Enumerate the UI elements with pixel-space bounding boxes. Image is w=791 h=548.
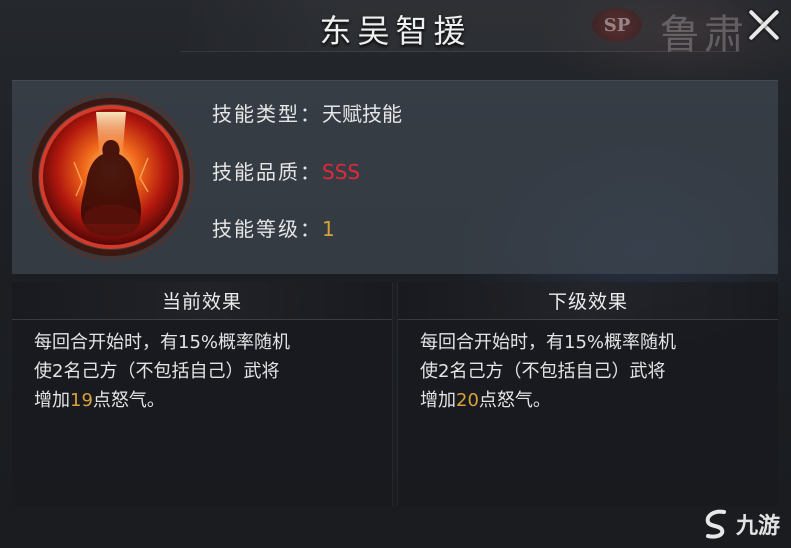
current-rage-value: 19 <box>70 390 93 411</box>
watermark: 九游 <box>702 508 780 540</box>
skill-quality-value: SSS <box>322 160 361 184</box>
jiuyou-logo-icon <box>702 508 732 540</box>
current-effect-column: 当前效果 每回合开始时，有15%概率随机 使2名己方（不包括自己）武将 增加19… <box>12 282 393 506</box>
current-effect-line3-pre: 增加 <box>34 390 70 411</box>
next-effect-line1: 每回合开始时，有15%概率随机 <box>420 332 677 353</box>
skill-type-row: 技能类型：天赋技能 <box>212 98 402 127</box>
next-effect-line2: 使2名己方（不包括自己）武将 <box>420 361 666 382</box>
current-effect-line3-post: 点怒气。 <box>92 390 165 411</box>
skill-level-label: 技能等级： <box>212 217 322 241</box>
next-effect-text: 每回合开始时，有15%概率随机 使2名己方（不包括自己）武将 增加20点怒气。 <box>398 320 778 415</box>
next-rage-value: 20 <box>456 390 479 411</box>
next-effect-header: 下级效果 <box>398 282 778 320</box>
next-effect-line3-post: 点怒气。 <box>478 390 551 411</box>
current-effect-line1: 每回合开始时，有15%概率随机 <box>34 332 291 353</box>
watermark-text: 九游 <box>736 514 781 539</box>
dialog-title: 东吴智援 <box>319 12 472 50</box>
next-effect-column: 下级效果 每回合开始时，有15%概率随机 使2名己方（不包括自己）武将 增加20… <box>397 282 778 506</box>
skill-level-row: 技能等级：1 <box>212 213 335 242</box>
skill-type-value: 天赋技能 <box>322 102 402 126</box>
next-effect-line3-pre: 增加 <box>420 390 456 411</box>
skill-quality-row: 技能品质：SSS <box>212 156 360 185</box>
skill-level-value: 1 <box>322 217 335 241</box>
current-effect-line2: 使2名己方（不包括自己）武将 <box>34 361 280 382</box>
flame-figure-icon <box>26 92 196 262</box>
next-effect-line3: 增加20点怒气。 <box>420 386 760 415</box>
close-button[interactable] <box>740 2 788 50</box>
effects-panel: 当前效果 每回合开始时，有15%概率随机 使2名己方（不包括自己）武将 增加19… <box>12 282 778 506</box>
current-effect-header: 当前效果 <box>12 282 392 320</box>
skill-quality-label: 技能品质： <box>212 160 322 184</box>
current-effect-text: 每回合开始时，有15%概率随机 使2名己方（不包括自己）武将 增加19点怒气。 <box>12 320 392 415</box>
current-effect-line3: 增加19点怒气。 <box>34 386 374 415</box>
skill-type-label: 技能类型： <box>212 102 322 126</box>
